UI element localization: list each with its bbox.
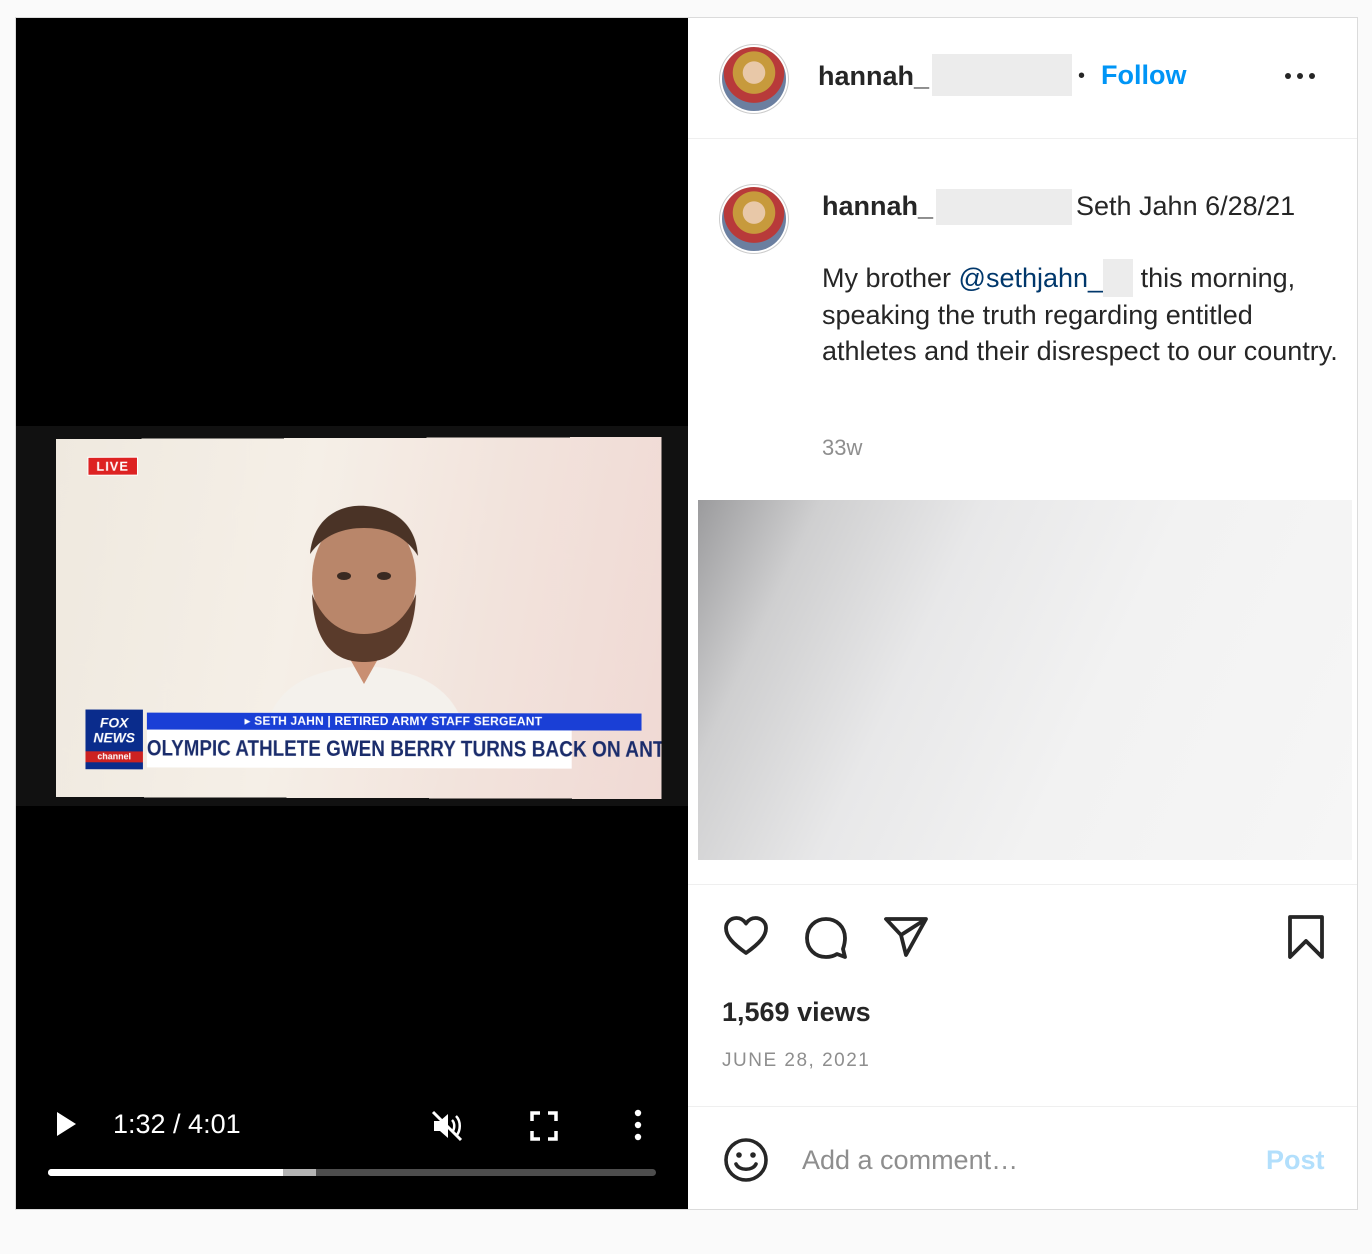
- redacted-username-part: [936, 189, 1072, 225]
- interviewee-figure: [264, 505, 467, 735]
- heart-icon[interactable]: [722, 913, 770, 961]
- logo-text-line3: channel: [85, 751, 143, 763]
- share-icon[interactable]: [882, 913, 930, 961]
- tv-screen: LIVE FOX NEWS channel ▸ SETH JAHN | RETI…: [55, 436, 662, 800]
- logo-text-line1: FOX: [99, 714, 129, 731]
- placeholder-panel: [698, 500, 1352, 860]
- post-date[interactable]: JUNE 28, 2021: [722, 1049, 870, 1073]
- header-username[interactable]: hannah_: [818, 60, 929, 92]
- lower-third-headline: OLYMPIC ATHLETE GWEN BERRY TURNS BACK ON…: [146, 729, 662, 769]
- fullscreen-icon[interactable]: [530, 1111, 558, 1141]
- redacted-username-part: [932, 54, 1072, 96]
- post-actions: 1,569 views JUNE 28, 2021: [688, 884, 1357, 1106]
- news-lower-third: FOX NEWS channel ▸ SETH JAHN | RETIRED A…: [85, 709, 662, 785]
- caption-username[interactable]: hannah_: [822, 189, 933, 223]
- separator-dot: •: [1078, 65, 1086, 87]
- video-frame: LIVE FOX NEWS channel ▸ SETH JAHN | RETI…: [16, 426, 688, 806]
- caption-text: My brother @sethjahn_ this morning, spea…: [822, 259, 1342, 369]
- emoji-icon[interactable]: [722, 1136, 770, 1184]
- comment-input[interactable]: [800, 1139, 1244, 1181]
- logo-text-line2: NEWS: [93, 729, 135, 746]
- post-card: LIVE FOX NEWS channel ▸ SETH JAHN | RETI…: [15, 17, 1358, 1210]
- follow-button[interactable]: Follow: [1101, 58, 1186, 92]
- played-range: [48, 1169, 283, 1176]
- caption-age[interactable]: 33w: [822, 434, 862, 462]
- comment-icon[interactable]: [802, 913, 850, 961]
- network-logo: FOX NEWS channel: [85, 709, 143, 770]
- avatar[interactable]: [722, 187, 786, 251]
- comment-bar: Post: [688, 1106, 1357, 1209]
- live-badge: LIVE: [87, 456, 138, 476]
- more-vertical-icon[interactable]: [631, 1109, 645, 1141]
- redacted-mention-part: [1103, 259, 1134, 297]
- views-count[interactable]: 1,569 views: [722, 995, 871, 1029]
- mention-link[interactable]: @sethjahn_: [959, 263, 1104, 293]
- more-options-icon[interactable]: [1283, 66, 1317, 86]
- post-button[interactable]: Post: [1266, 1143, 1325, 1177]
- time-readout: 1:32 / 4:01: [113, 1109, 241, 1139]
- avatar[interactable]: [722, 47, 786, 111]
- video-controls: 1:32 / 4:01: [16, 1089, 688, 1209]
- bookmark-icon[interactable]: [1282, 913, 1330, 961]
- play-icon[interactable]: [54, 1111, 78, 1137]
- lower-third-name: ▸ SETH JAHN | RETIRED ARMY STAFF SERGEAN…: [146, 712, 642, 731]
- video-progress-bar[interactable]: [48, 1169, 656, 1176]
- post-header: hannah_ • Follow: [688, 18, 1357, 139]
- caption-title: Seth Jahn 6/28/21: [1076, 191, 1296, 221]
- post-info-pane: hannah_ • Follow hannah_ Seth Jahn 6/28/…: [688, 18, 1357, 1209]
- muted-speaker-icon[interactable]: [430, 1109, 464, 1143]
- video-player[interactable]: LIVE FOX NEWS channel ▸ SETH JAHN | RETI…: [16, 18, 688, 1209]
- caption-text-before: My brother: [822, 263, 959, 293]
